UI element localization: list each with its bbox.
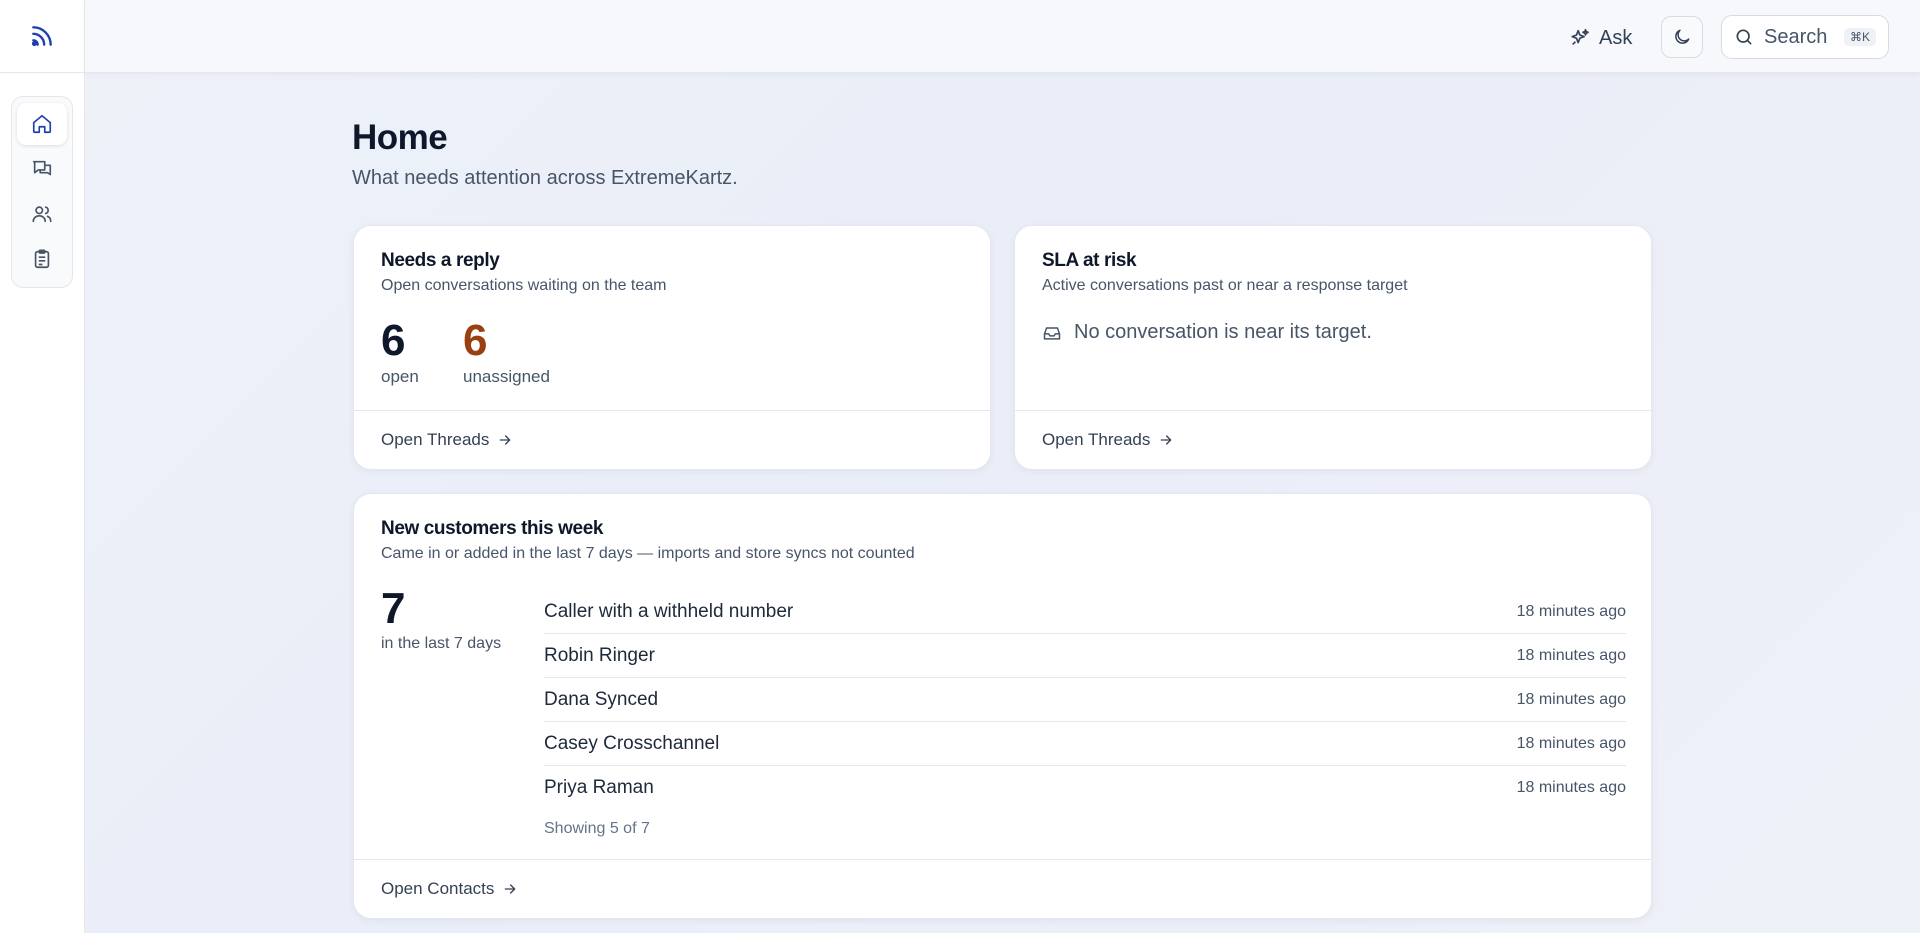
- showing-count: Showing 5 of 7: [544, 820, 650, 837]
- list-item[interactable]: Caller with a withheld number 18 minutes…: [544, 590, 1626, 634]
- ask-button[interactable]: Ask: [1569, 22, 1632, 54]
- search-button[interactable]: Search ⌘K: [1721, 15, 1889, 59]
- main-area: Ask Search ⌘K Home What needs attention …: [85, 0, 1920, 933]
- arrow-right-icon: [500, 435, 511, 445]
- sparkles-icon: [1571, 28, 1589, 46]
- customer-time: 18 minutes ago: [1516, 779, 1626, 796]
- rss-logo-icon: [31, 26, 52, 47]
- needs-reply-title: Needs a reply: [381, 250, 500, 271]
- customer-name: Caller with a withheld number: [544, 600, 794, 622]
- top-bar: Ask Search ⌘K: [85, 0, 1920, 73]
- customer-time: 18 minutes ago: [1516, 646, 1626, 664]
- chat-bubbles-icon: [32, 160, 52, 176]
- left-rail: [0, 0, 85, 933]
- search-label: Search: [1764, 25, 1828, 48]
- list-item[interactable]: Casey Crosschannel 18 minutes ago: [544, 722, 1626, 766]
- open-label: open: [381, 367, 419, 386]
- search-icon: [1736, 29, 1752, 45]
- arrow-right-icon: [1161, 435, 1172, 445]
- sla-empty-text: No conversation is near its target.: [1074, 321, 1372, 343]
- sla-card: SLA at risk Active conversations past or…: [1014, 225, 1652, 470]
- customer-list: Caller with a withheld number 18 minutes…: [544, 590, 1626, 810]
- open-count: 6: [381, 316, 406, 365]
- ask-label: Ask: [1599, 26, 1633, 49]
- sla-empty-state: No conversation is near its target.: [1042, 321, 1372, 344]
- customer-name: Dana Synced: [544, 688, 659, 710]
- sidebar-item-tasks[interactable]: [17, 238, 67, 280]
- new-customers-count-label: in the last 7 days: [381, 635, 502, 652]
- new-customers-count: 7: [381, 584, 406, 633]
- sidebar-item-threads[interactable]: [17, 148, 67, 190]
- customer-time: 18 minutes ago: [1516, 734, 1626, 752]
- customer-time: 18 minutes ago: [1516, 690, 1626, 708]
- open-threads-link[interactable]: Open Threads: [354, 410, 990, 469]
- inbox-icon: [1043, 326, 1061, 340]
- customer-name: Priya Raman: [544, 777, 654, 798]
- needs-reply-card: Needs a reply Open conversations waiting…: [353, 225, 991, 470]
- sla-open-threads-link[interactable]: Open Threads: [1015, 410, 1651, 469]
- list-item[interactable]: Robin Ringer 18 minutes ago: [544, 634, 1626, 678]
- page-subtitle: What needs attention across ExtremeKartz…: [352, 167, 738, 189]
- list-item[interactable]: Dana Synced 18 minutes ago: [544, 678, 1626, 722]
- moon-icon: [1675, 29, 1690, 44]
- clipboard-icon: [34, 249, 50, 269]
- sidebar-item-contacts[interactable]: [17, 193, 67, 235]
- sla-open-threads-label: Open Threads: [1042, 430, 1151, 449]
- unassigned-count: 6: [463, 316, 488, 365]
- app-logo[interactable]: [0, 0, 84, 73]
- open-contacts-link[interactable]: Open Contacts: [354, 859, 1651, 918]
- customer-time: 18 minutes ago: [1516, 602, 1626, 620]
- sidebar-nav: [11, 96, 73, 288]
- home-icon: [32, 114, 52, 134]
- search-shortcut: ⌘K: [1843, 28, 1876, 46]
- unassigned-label: unassigned: [463, 367, 550, 386]
- sidebar-item-home[interactable]: [17, 103, 67, 145]
- open-contacts-label: Open Contacts: [381, 879, 495, 898]
- sla-title: SLA at risk: [1042, 250, 1137, 271]
- customer-name: Casey Crosschannel: [544, 732, 720, 754]
- theme-toggle-button[interactable]: [1661, 16, 1703, 58]
- needs-reply-subtitle: Open conversations waiting on the team: [381, 277, 667, 294]
- customer-name: Robin Ringer: [544, 644, 655, 666]
- new-customers-card: New customers this week Came in or added…: [353, 493, 1652, 919]
- arrow-right-icon: [505, 884, 517, 894]
- open-threads-label: Open Threads: [381, 430, 490, 449]
- list-item[interactable]: Priya Raman 18 minutes ago: [544, 766, 1626, 810]
- page-title: Home: [352, 118, 448, 157]
- new-customers-title: New customers this week: [381, 518, 604, 539]
- new-customers-subtitle: Came in or added in the last 7 days — im…: [381, 545, 915, 562]
- users-icon: [32, 206, 52, 223]
- sla-subtitle: Active conversations past or near a resp…: [1042, 277, 1408, 294]
